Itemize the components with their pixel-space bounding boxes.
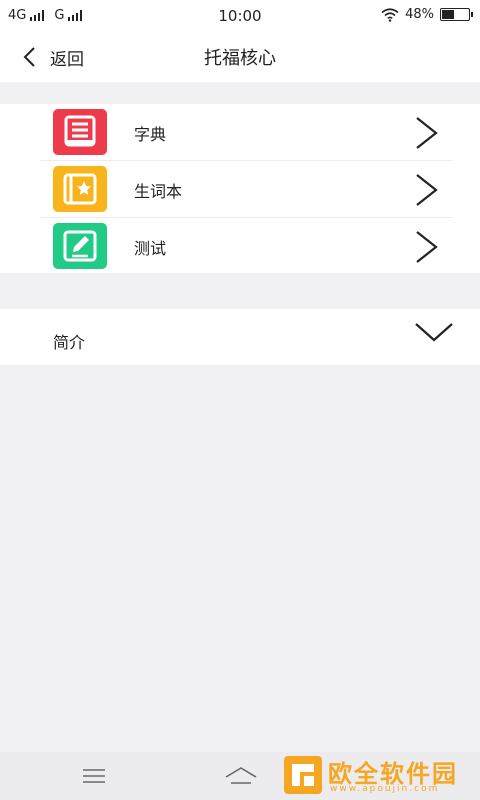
chevron-down-icon xyxy=(415,323,453,342)
wifi-icon xyxy=(381,7,399,22)
chevron-right-icon xyxy=(416,231,438,263)
watermark-logo-icon xyxy=(284,756,322,794)
menu-list: 字典 生词本 测试 xyxy=(0,104,480,273)
notebook-star-icon xyxy=(53,166,107,212)
battery-fill xyxy=(442,10,454,19)
menu-item-label: 字典 xyxy=(134,125,167,144)
nav-bar: 返回 托福核心 xyxy=(0,32,480,82)
dictionary-icon xyxy=(53,109,107,155)
status-bar: 4G G 10:00 48% xyxy=(0,0,480,32)
menu-item-dictionary[interactable]: 字典 xyxy=(0,104,480,160)
chevron-right-icon xyxy=(416,174,438,206)
chevron-right-icon xyxy=(416,117,438,149)
back-button[interactable]: 返回 xyxy=(22,43,84,71)
menu-item-test[interactable]: 测试 xyxy=(0,218,480,274)
back-label: 返回 xyxy=(50,49,84,70)
intro-section[interactable]: 简介 xyxy=(0,309,480,365)
home-icon[interactable] xyxy=(224,766,258,786)
menu-icon[interactable] xyxy=(82,768,106,784)
watermark-url: www.apoujin.com xyxy=(330,784,440,794)
battery-percent: 48% xyxy=(405,7,434,22)
intro-label: 简介 xyxy=(53,333,86,352)
menu-item-label: 生词本 xyxy=(134,182,183,201)
status-right: 48% xyxy=(381,7,473,22)
menu-item-label: 测试 xyxy=(134,239,167,258)
back-arrow-icon xyxy=(23,47,35,67)
watermark: 欧全软件园 www.apoujin.com xyxy=(280,752,476,798)
menu-item-vocabulary-book[interactable]: 生词本 xyxy=(0,161,480,217)
battery-icon xyxy=(440,8,473,21)
edit-test-icon xyxy=(53,223,107,269)
